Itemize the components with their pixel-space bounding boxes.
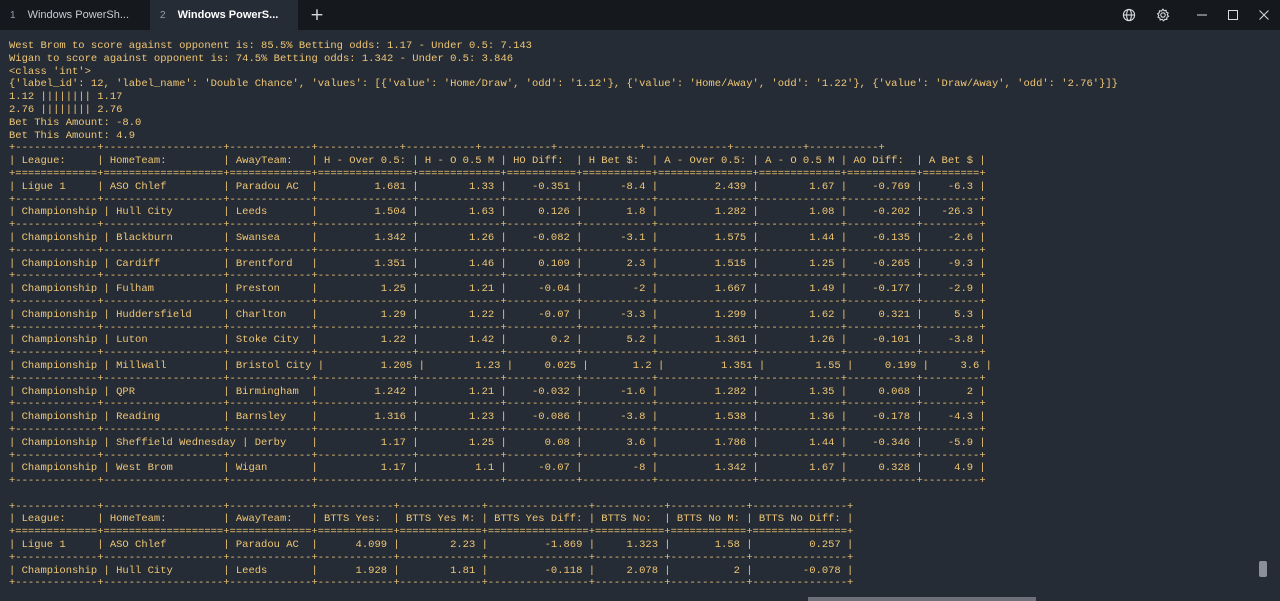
globe-icon[interactable] [1114,0,1144,30]
terminal-line: +-------------+-------------------+-----… [9,577,854,590]
terminal-line: | Championship | Reading | Barnsley | 1.… [9,411,986,424]
terminal-line: | Championship | Sheffield Wednesday | D… [9,436,986,449]
terminal-line: +-------------+-------------------+-----… [9,219,986,232]
terminal-line: +-------------+-------------------+-----… [9,244,986,257]
terminal-line: | League: | HomeTeam: | AwayTeam: | H - … [9,155,986,168]
taskbar-edge [808,597,1036,601]
tab-index: 1 [10,9,16,21]
terminal-line: | Championship | Huddersfield | Charlton… [9,308,986,321]
terminal-line: | Ligue 1 | ASO Chlef | Paradou AC | 4.0… [9,539,854,552]
tab-title: Windows PowerS... [177,9,279,21]
terminal-line: | Championship | Luton | Stoke City | 1.… [9,334,986,347]
tab-index: 2 [160,9,166,21]
scrollbar-thumb[interactable] [1259,561,1267,577]
terminal-line: <class 'int'> [9,65,91,78]
terminal-line: | Championship | Blackburn | Swansea | 1… [9,231,986,244]
terminal-line: | League: | HomeTeam: | AwayTeam: | BTTS… [9,513,854,526]
terminal-line: +-------------+-------------------+-----… [9,270,986,283]
terminal-line: +-------------+-------------------+-----… [9,398,986,411]
tab-title: Windows PowerSh... [27,9,130,21]
terminal-line: 2.76 |||||||| 2.76 [9,103,123,116]
terminal-line: +-------------+-------------------+-----… [9,142,885,155]
terminal-line: | Championship | QPR | Birmingham | 1.24… [9,385,986,398]
gear-icon[interactable] [1148,0,1178,30]
terminal-line: Bet This Amount: 4.9 [9,129,136,142]
terminal-line: +-------------+-------------------+-----… [9,475,986,488]
terminal-line: +-------------+-------------------+-----… [9,372,986,385]
tab-powershell-1[interactable]: 1 Windows PowerSh... [0,0,150,30]
terminal-line: | Championship | West Brom | Wigan | 1.1… [9,462,986,475]
maximize-icon[interactable] [1218,0,1248,30]
terminal-line: +-------------+-------------------+-----… [9,347,986,360]
tab-powershell-2[interactable]: 2 Windows PowerS... [150,0,298,30]
terminal-line: +-------------+-------------------+-----… [9,193,986,206]
terminal-line: West Brom to score against opponent is: … [9,40,532,52]
terminal-line: | Championship | Cardiff | Brentford | 1… [9,257,986,270]
terminal-line: +-------------+-------------------+-----… [9,423,986,436]
terminal-line: | Championship | Hull City | Leeds | 1.5… [9,206,986,219]
terminal-line: +-------------+-------------------+-----… [9,295,986,308]
minimize-icon[interactable] [1187,0,1217,30]
terminal-line: +-------------+-------------------+-----… [9,551,854,564]
terminal-line: Bet This Amount: -8.0 [9,116,142,129]
close-icon[interactable] [1249,0,1279,30]
terminal-line: 1.12 |||||||| 1.17 [9,91,123,104]
tab-bar: 1 Windows PowerSh... 2 Windows PowerS...… [0,0,1280,30]
terminal-line: +=============+===================+=====… [9,526,854,539]
terminal-line: | Championship | Millwall | Bristol City… [9,359,992,372]
terminal-output[interactable]: West Brom to score against opponent is: … [0,30,1270,601]
terminal-lines: West Brom to score against opponent is: … [9,40,1118,590]
terminal-line: +=============+===================+=====… [9,167,986,180]
terminal-line: | Ligue 1 | ASO Chlef | Paradou AC | 1.6… [9,180,986,193]
terminal-line: | Championship | Fulham | Preston | 1.25… [9,283,986,296]
terminal-line: | Championship | Hull City | Leeds | 1.9… [9,564,854,577]
terminal-line: +-------------+-------------------+-----… [9,321,986,334]
new-tab-button[interactable]: + [304,0,330,30]
terminal-line: +-------------+-------------------+-----… [9,500,854,513]
terminal-line: Wigan to score against opponent is: 74.5… [9,52,514,65]
terminal-line: {'label_id': 12, 'label_name': 'Double C… [9,78,1118,91]
terminal-line: +-------------+-------------------+-----… [9,449,986,462]
